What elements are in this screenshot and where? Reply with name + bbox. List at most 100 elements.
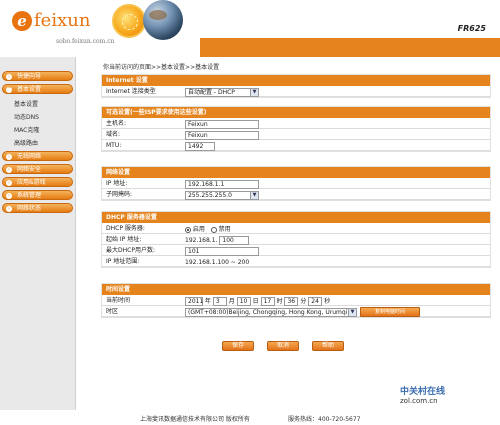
max-users-input[interactable]: 101 — [185, 247, 259, 256]
nav-group-label: 应用&游戏 — [17, 179, 46, 186]
domain-row: 域名: Feixun — [102, 129, 490, 140]
footer-company: 上海斐讯数据通信技术有限公司 版权所有 — [140, 416, 250, 423]
month-input[interactable]: 3 — [212, 297, 227, 306]
sidebar-item-basic-settings[interactable]: 基本设置 — [14, 99, 38, 108]
brand-url: sobo.feixun.com.cn — [56, 38, 115, 45]
sidebar-item-mac-clone[interactable]: MAC克隆 — [14, 125, 39, 134]
footer-hotline: 服务热线：400-720-5677 — [288, 416, 361, 423]
domain-label: 域名: — [106, 131, 121, 138]
connection-type-value: 自动配置 - DHCP — [188, 89, 235, 96]
subnet-mask-select[interactable]: 255.255.255.0 ▼ — [185, 191, 259, 200]
year-input[interactable]: 2011 — [185, 297, 203, 306]
second-input[interactable]: 24 — [308, 297, 323, 306]
ip-range-row: IP 地址范围: 192.168.1.100 ~ 200 — [102, 256, 490, 267]
time-settings-section: 时间设置 当前时间 2011 年 3 月 10 日 17 时 36 分 24 秒… — [101, 283, 491, 318]
nav-group-label: 网络状态 — [17, 205, 42, 212]
section-title: Internet 设置 — [102, 75, 490, 86]
sidebar-item-advanced-routing[interactable]: 高级路由 — [14, 138, 38, 147]
footer: 上海斐讯数据通信技术有限公司 版权所有 服务热线：400-720-5677 — [0, 410, 500, 425]
chevron-right-icon: › — [6, 154, 12, 160]
minute-input[interactable]: 36 — [284, 297, 299, 306]
dhcp-server-row: DHCP 服务器: 启用 禁用 — [102, 223, 490, 234]
chevron-right-icon: › — [6, 206, 12, 212]
top-accent-bar — [200, 38, 500, 57]
hostname-label: 主机名: — [106, 120, 127, 127]
start-ip-prefix: 192.168.1. — [185, 237, 218, 244]
hostname-row: 主机名: Feixun — [102, 118, 490, 129]
nav-group-security[interactable]: › 网络安全 — [2, 164, 73, 174]
dhcp-server-label: DHCP 服务器: — [106, 225, 145, 232]
help-button[interactable]: 帮助 — [312, 341, 344, 351]
dhcp-enable-label: 启用 — [192, 226, 205, 233]
logo-mark-icon: e — [12, 10, 32, 31]
domain-input[interactable]: Feixun — [185, 131, 259, 140]
timezone-select[interactable]: (GMT+08:00)Beijing, Chongqing, Hong Kong… — [185, 308, 357, 317]
header: e feixun sobo.feixun.com.cn FR625 — [0, 0, 500, 57]
brand-name: feixun — [34, 10, 91, 31]
nav-group-label: 快捷向导 — [17, 73, 42, 80]
connection-type-select[interactable]: 自动配置 - DHCP ▼ — [185, 88, 259, 97]
dhcp-enable-radio[interactable] — [185, 226, 191, 233]
chevron-down-icon: ▼ — [348, 309, 356, 316]
orange-fruit-icon — [112, 4, 146, 38]
nav-group-basic-settings[interactable]: ˅ 基本设置 — [2, 84, 73, 94]
watermark-cn: 中关村在线 — [400, 387, 446, 397]
chevron-right-icon: › — [6, 167, 12, 173]
dhcp-settings-section: DHCP 服务器设置 DHCP 服务器: 启用 禁用 起始 IP 地址: 192… — [101, 211, 491, 268]
watermark: 中关村在线 zol.com.cn — [400, 384, 445, 405]
nav-group-label: 基本设置 — [17, 86, 42, 93]
current-time-row: 当前时间 2011 年 3 月 10 日 17 时 36 分 24 秒 — [102, 295, 490, 306]
sidebar-item-ddns[interactable]: 动态DNS — [14, 112, 39, 121]
sync-pc-time-button[interactable]: 复制电脑时间 — [360, 307, 420, 317]
connection-type-label: Internet 连接类型 — [106, 88, 156, 95]
start-ip-input[interactable]: 100 — [219, 236, 250, 245]
cancel-button[interactable]: 取消 — [267, 341, 299, 351]
section-title: 可选设置(一些ISP要求使用这些设置) — [102, 107, 490, 118]
hour-input[interactable]: 17 — [260, 297, 275, 306]
dhcp-disable-radio[interactable] — [210, 226, 217, 233]
save-button[interactable]: 保存 — [222, 341, 254, 351]
section-title: 网络设置 — [102, 167, 490, 178]
connection-type-row: Internet 连接类型 自动配置 - DHCP ▼ — [102, 86, 490, 97]
nav-group-wireless[interactable]: › 无线网络 — [2, 151, 73, 161]
second-unit: 秒 — [324, 298, 331, 305]
model-name: FR625 — [457, 24, 486, 33]
subnet-mask-value: 255.255.255.0 — [188, 192, 232, 199]
hour-unit: 时 — [276, 298, 283, 305]
nav-group-quick-wizard[interactable]: › 快捷向导 — [2, 71, 73, 81]
mtu-input[interactable]: 1492 — [185, 142, 215, 151]
current-time-label: 当前时间 — [106, 297, 131, 304]
chevron-right-icon: › — [6, 193, 12, 199]
day-input[interactable]: 10 — [236, 297, 251, 306]
timezone-label: 时区 — [106, 308, 119, 315]
nav-group-status[interactable]: › 网络状态 — [2, 203, 73, 213]
ip-input[interactable]: 192.168.1.1 — [185, 180, 259, 189]
nav-group-label: 无线网络 — [17, 153, 42, 160]
timezone-value: (GMT+08:00)Beijing, Chongqing, Hong Kong… — [188, 309, 348, 316]
globe-icon — [143, 0, 183, 40]
breadcrumb: 你当前访问的页面>>基本设置>>基本设置 — [103, 64, 220, 71]
start-ip-row: 起始 IP 地址: 192.168.1. 100 — [102, 234, 490, 245]
watermark-en: zol.com.cn — [400, 397, 438, 405]
mtu-row: MTU: 1492 — [102, 140, 490, 151]
day-unit: 日 — [252, 298, 259, 305]
mtu-label: MTU: — [106, 142, 122, 149]
start-ip-label: 起始 IP 地址: — [106, 236, 142, 243]
hostname-input[interactable]: Feixun — [185, 120, 259, 129]
subnet-mask-label: 子网掩码: — [106, 191, 133, 198]
timezone-row: 时区 (GMT+08:00)Beijing, Chongqing, Hong K… — [102, 306, 490, 317]
chevron-right-icon: › — [6, 180, 12, 186]
max-users-row: 最大DHCP用户数: 101 — [102, 245, 490, 256]
internet-settings-section: Internet 设置 Internet 连接类型 自动配置 - DHCP ▼ — [101, 74, 491, 98]
ip-range-label: IP 地址范围: — [106, 258, 140, 265]
optional-settings-section: 可选设置(一些ISP要求使用这些设置) 主机名: Feixun 域名: Feix… — [101, 106, 491, 152]
max-users-label: 最大DHCP用户数: — [106, 247, 155, 254]
brand-logo: e feixun — [12, 10, 90, 31]
nav-group-label: 网络安全 — [17, 166, 42, 173]
nav-group-system[interactable]: › 系统管理 — [2, 190, 73, 200]
ip-range-value: 192.168.1.100 ~ 200 — [185, 259, 250, 266]
nav-group-apps-games[interactable]: › 应用&游戏 — [2, 177, 73, 187]
chevron-down-icon: ˅ — [6, 87, 12, 93]
chevron-right-icon: › — [6, 74, 12, 80]
sidebar: › 快捷向导 ˅ 基本设置 基本设置 动态DNS MAC克隆 高级路由 › 无线网络 … — [0, 57, 76, 425]
